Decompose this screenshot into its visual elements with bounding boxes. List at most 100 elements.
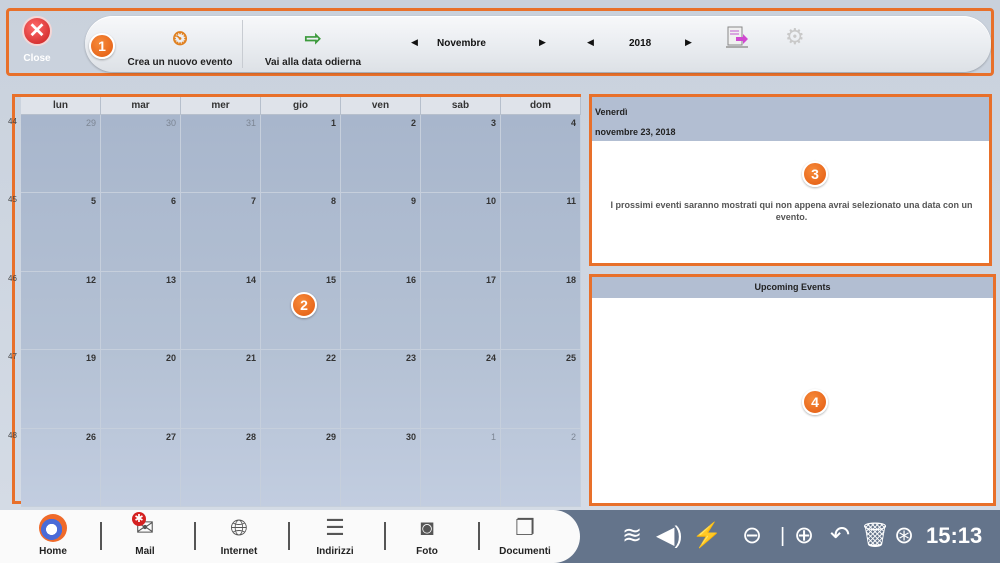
calendar-day-cell[interactable]: 25 [501, 350, 581, 429]
weekday-label: sab [421, 97, 501, 114]
calendar-day-cell[interactable]: 29 [261, 428, 341, 507]
calendar-day-cell[interactable]: 16 [341, 271, 421, 351]
app-internet[interactable]: 🌐︎ Internet [204, 514, 274, 562]
app-addresses[interactable]: ☰ Indirizzi [300, 514, 370, 562]
calendar-day-cell[interactable]: 5 [21, 193, 101, 272]
week-number: 44 [8, 117, 17, 126]
calendar-day-cell[interactable]: 31 [181, 115, 261, 194]
calendar-day-cell[interactable]: 28 [181, 428, 261, 507]
calendar-day-cell[interactable]: 22 [261, 350, 341, 429]
calendar-day-cell[interactable]: 11 [501, 193, 581, 272]
calendar-day-cell[interactable]: 26 [21, 428, 101, 507]
year-label: 2018 [629, 38, 652, 49]
calendar-day-cell[interactable]: 10 [421, 193, 501, 272]
calendar-day-cell[interactable]: 12 [21, 271, 101, 351]
selected-date: novembre 23, 2018 [595, 127, 676, 137]
callout-badge-2: 2 [291, 292, 317, 318]
mail-notification-icon: ✱ [132, 512, 146, 526]
calendar-day-cell[interactable]: 2 [501, 428, 581, 507]
documents-icon: ❐ [515, 515, 535, 540]
calendar-day-cell[interactable]: 3 [421, 115, 501, 194]
toolbar-pill: ⏲ Crea un nuovo evento ⇨ Vai alla data o… [85, 16, 991, 72]
calendar-day-cell[interactable]: 9 [341, 193, 421, 272]
taskbar-divider [194, 522, 196, 550]
go-to-today-label: Vai alla data odierna [264, 57, 362, 68]
settings-gear-icon[interactable]: ⚙ [785, 24, 805, 50]
toolbar-divider [242, 20, 243, 68]
next-year-arrow-icon[interactable]: ▶ [685, 37, 692, 48]
calendar-day-cell[interactable]: 29 [21, 115, 101, 194]
calendar-day-cell[interactable]: 13 [101, 271, 181, 351]
volume-icon[interactable]: ◀) [656, 522, 682, 550]
callout-badge-3: 3 [802, 161, 828, 187]
calendar-day-cell[interactable]: 7 [181, 193, 261, 272]
wifi-icon[interactable]: ≋ [622, 522, 642, 550]
battery-charging-icon[interactable]: ⚡ [692, 522, 722, 550]
selected-day-panel: Venerdì novembre 23, 2018 I prossimi eve… [589, 94, 992, 266]
help-lifebuoy-icon[interactable]: ⊛ [894, 522, 914, 550]
calendar-day-cell[interactable]: 23 [341, 350, 421, 429]
app-photos[interactable]: ◙ Foto [392, 514, 462, 562]
calendar-day-cell[interactable]: 21 [181, 350, 261, 429]
week-number: 45 [8, 195, 17, 205]
calendar-day-cell[interactable]: 1 [421, 428, 501, 507]
calendar-day-cell[interactable]: 18 [501, 271, 581, 351]
app-documents[interactable]: ❐ Documenti [490, 514, 560, 562]
calendar-day-cell[interactable]: 6 [101, 193, 181, 272]
app-internet-label: Internet [220, 546, 258, 557]
app-home[interactable]: Home [18, 514, 88, 562]
calendar-day-cell[interactable]: 17 [421, 271, 501, 351]
prev-month-arrow-icon[interactable]: ◀ [411, 37, 418, 48]
calendar-day-cell[interactable]: 4 [501, 115, 581, 194]
weekday-label: dom [501, 97, 581, 114]
app-mail[interactable]: ✉ ✱ Mail [110, 512, 180, 562]
taskbar-divider [384, 522, 386, 550]
taskbar-divider [288, 522, 290, 550]
weekday-label: ven [341, 97, 421, 114]
today-icon: ⇨ [304, 28, 322, 50]
zoom-out-icon[interactable]: ⊖ [742, 522, 762, 550]
calendar-day-cell[interactable]: 20 [101, 350, 181, 429]
upcoming-events-title: Upcoming Events [592, 277, 993, 298]
weekday-header: lun mar mer gio ven sab dom [21, 97, 581, 115]
month-label: Novembre [437, 38, 486, 49]
taskbar: Home ✉ ✱ Mail 🌐︎ Internet ☰ Indirizzi ◙ … [0, 510, 1000, 563]
home-logo-icon [39, 514, 67, 542]
export-icon[interactable] [725, 25, 749, 49]
undo-icon[interactable]: ↶ [830, 522, 850, 550]
calendar-day-cell[interactable]: 14 [181, 271, 261, 351]
calendar-day-cell[interactable]: 2 [341, 115, 421, 194]
selected-day-header: Venerdì novembre 23, 2018 [592, 97, 989, 141]
week-number: 47 [8, 352, 17, 362]
taskbar-divider [478, 522, 480, 550]
globe-icon: 🌐︎ [230, 515, 248, 540]
app-mail-label: Mail [135, 546, 155, 557]
weekday-label: mer [181, 97, 261, 114]
clock: 15:13 [926, 523, 983, 548]
calendar-day-cell[interactable]: 30 [341, 428, 421, 507]
camera-icon: ◙ [420, 515, 434, 540]
calendar-toolbar: ✕ Close ⏲ Crea un nuovo evento ⇨ Vai all… [6, 8, 994, 76]
calendar-day-cell[interactable]: 27 [101, 428, 181, 507]
close-label: Close [23, 53, 51, 64]
close-button[interactable]: ✕ Close [13, 16, 61, 72]
week-number: 48 [8, 430, 17, 440]
zoom-in-icon[interactable]: ⊕ [794, 522, 814, 550]
calendar-day-cell[interactable]: 30 [101, 115, 181, 194]
calendar-day-cell[interactable]: 1 [261, 115, 341, 194]
next-month-arrow-icon[interactable]: ▶ [539, 37, 546, 48]
calendar-day-cell[interactable]: 24 [421, 350, 501, 429]
calendar-day-cell[interactable]: 19 [21, 350, 101, 429]
trash-icon[interactable]: 🗑︎ [860, 522, 890, 550]
month-calendar: lun mar mer gio ven sab dom 29 30 31 1 2 3 4 5 6 7 8 9 10 1… [8, 94, 581, 507]
go-to-today-button[interactable]: ⇨ Vai alla data odierna [253, 16, 373, 72]
new-event-icon: ⏲ [172, 28, 188, 50]
week-number: 46 [8, 273, 17, 283]
callout-badge-1: 1 [89, 33, 115, 59]
new-event-button[interactable]: ⏲ Crea un nuovo evento [121, 16, 239, 72]
prev-year-arrow-icon[interactable]: ◀ [587, 37, 594, 48]
taskbar-divider [100, 522, 102, 550]
new-event-label: Crea un nuovo evento [127, 57, 233, 68]
calendar-day-cell[interactable]: 8 [261, 193, 341, 272]
app-addresses-label: Indirizzi [316, 546, 354, 557]
